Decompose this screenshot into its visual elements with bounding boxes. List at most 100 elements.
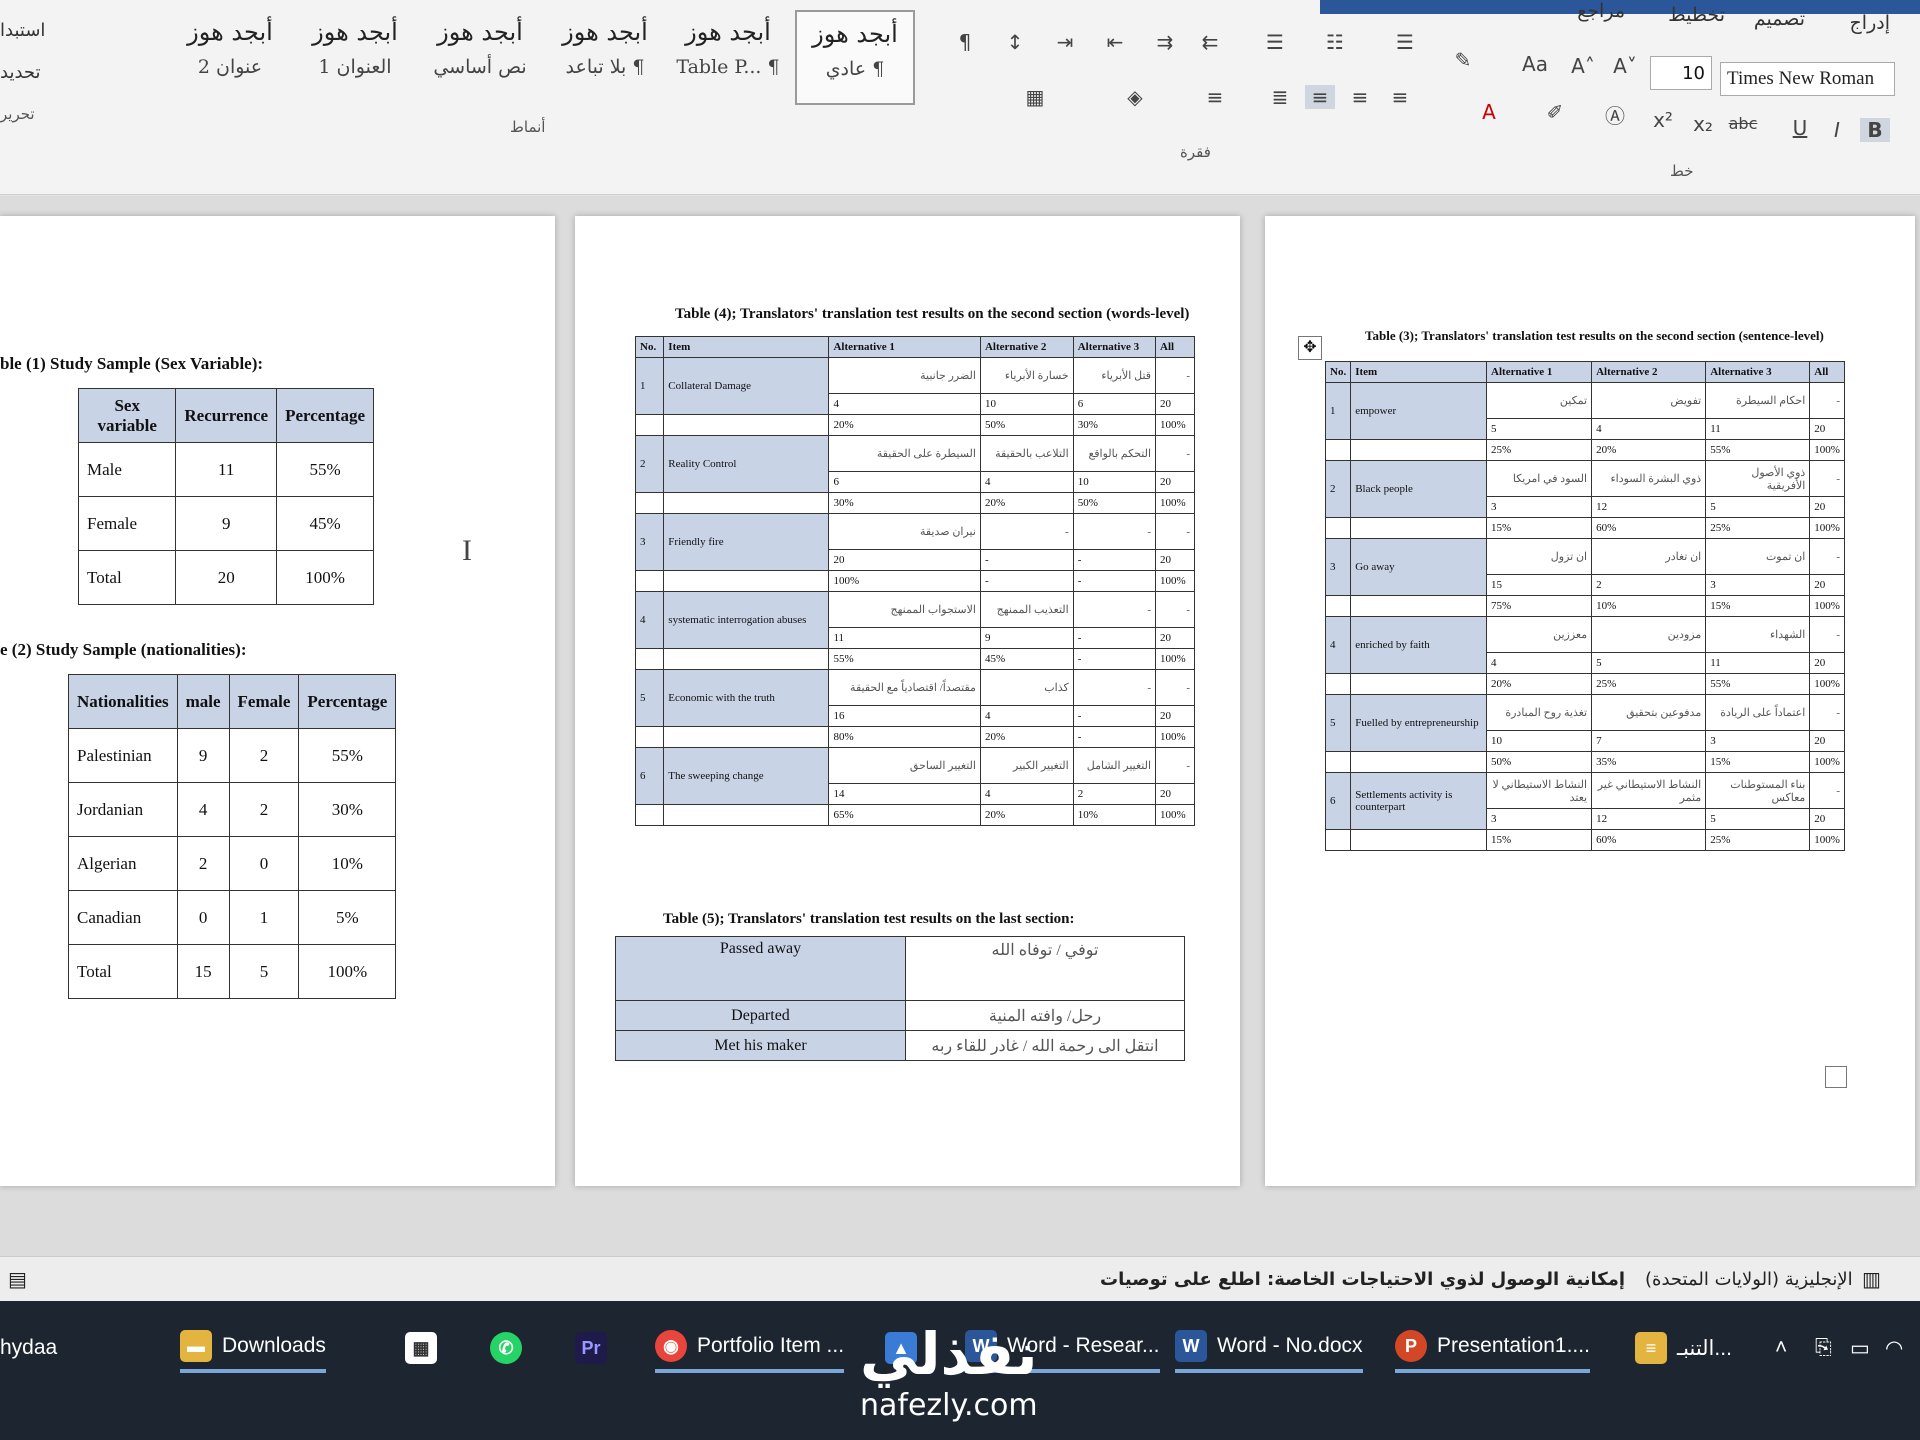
table-cell: 20 — [1155, 471, 1195, 493]
tab-references[interactable]: مراجع — [1577, 0, 1625, 22]
style-normal[interactable]: أبجد هوز عادي ¶ — [795, 10, 915, 105]
table-cell: 10 — [979, 393, 1074, 415]
tab-design[interactable]: تصميم — [1754, 8, 1805, 30]
line-spacing-icon[interactable]: ≡ — [1200, 85, 1230, 109]
bold-button[interactable]: B — [1860, 118, 1890, 142]
table-cell — [663, 492, 830, 514]
align-right-icon[interactable]: ≡ — [1385, 85, 1415, 109]
strikethrough-button[interactable]: abc — [1728, 114, 1758, 133]
table-cell: 100% — [1155, 492, 1195, 514]
taskbar-user[interactable]: hydaa — [0, 1323, 57, 1373]
shrink-font-button[interactable]: A˅ — [1610, 54, 1640, 78]
font-name-box[interactable]: Times New Roman — [1720, 62, 1895, 96]
table-cell: 5 — [1705, 808, 1811, 830]
table-header: Alternative 1 — [1486, 361, 1593, 383]
subscript-button[interactable]: x₂ — [1688, 112, 1718, 136]
show-marks-icon[interactable]: ¶ — [950, 30, 980, 54]
item-cell: The sweeping change — [663, 747, 830, 805]
table-cell: الشهداء — [1705, 616, 1811, 653]
indent-decrease-icon[interactable]: ⇇ — [1195, 30, 1225, 54]
page-3[interactable]: Table (3); Translators' translation test… — [1265, 216, 1915, 1186]
table-cell: 11 — [175, 442, 278, 497]
page-1[interactable]: ble (1) Study Sample (Sex Variable): Sex… — [0, 216, 555, 1186]
taskbar-store[interactable]: ▦ — [405, 1323, 437, 1373]
table-5[interactable]: Passed away توفي / توفاه الله Departed رحل… — [615, 936, 1185, 1061]
taskbar-word-no[interactable]: W Word - No.docx — [1175, 1323, 1363, 1373]
table-cell: مدفوعين بتحقيق — [1591, 694, 1707, 731]
replace-command[interactable]: استبدا — [0, 20, 45, 41]
page-view-icon[interactable]: ▤ — [8, 1267, 27, 1291]
taskbar-downloads[interactable]: ▬ Downloads — [180, 1323, 326, 1373]
folder-icon: ▬ — [180, 1330, 212, 1362]
borders-icon[interactable]: ▦ — [1020, 85, 1050, 109]
style-heading-2[interactable]: أبجد هوز عنوان 2 — [170, 10, 290, 105]
style-no-spacing[interactable]: أبجد هوز بلا تباعد ¶ — [545, 10, 665, 105]
sort-icon[interactable]: ↕ — [1000, 30, 1030, 54]
table-row: 100% - -100% — [634, 570, 1195, 592]
table-4[interactable]: No. Item Alternative 1 Alternative 2 Alterna… — [634, 336, 1195, 826]
multilevel-list-icon[interactable]: ☰ — [1260, 30, 1290, 54]
table-resize-handle-icon[interactable] — [1825, 1066, 1847, 1088]
numbering-icon[interactable]: ☷ — [1320, 30, 1350, 54]
select-command[interactable]: تحديد — [0, 62, 41, 83]
tray-clipboard-icon[interactable]: ⎘ — [1815, 1323, 1832, 1373]
language-status[interactable]: الإنجليزية (الولايات المتحدة) — [1645, 1269, 1853, 1290]
item-cell: Friendly fire — [663, 513, 830, 571]
text-effects-icon[interactable]: Ⓐ — [1600, 100, 1630, 129]
table-cell: قتل الأبرياء — [1072, 357, 1157, 394]
battery-icon[interactable]: ▭ — [1850, 1323, 1870, 1373]
tab-layout[interactable]: تخطيط — [1668, 4, 1725, 26]
align-left-icon[interactable]: ≡ — [1305, 85, 1335, 109]
clear-format-icon[interactable]: ✎ — [1448, 48, 1478, 72]
table-row: 6 Settlements activity is counterpart النش… — [1324, 772, 1845, 830]
underline-button[interactable]: U — [1785, 116, 1815, 140]
table-row: Jordanian 4 2 30% — [68, 782, 397, 837]
table-row: 20% 50% 30% 100% — [634, 414, 1195, 436]
table-cell: تفويض — [1591, 382, 1707, 419]
justify-icon[interactable]: ≣ — [1265, 85, 1295, 109]
table-3[interactable]: No. Item Alternative 1 Alternative 2 Alterna… — [1324, 361, 1845, 851]
wifi-icon[interactable]: ◠ — [1885, 1323, 1903, 1373]
watermark-url: nafezly.com — [860, 1388, 1038, 1423]
change-case-button[interactable]: Aa — [1520, 52, 1550, 76]
table-cell: 5 — [228, 944, 300, 999]
table-row: 15% 60% 25% 100% — [1324, 517, 1845, 539]
rtl-icon[interactable]: ⇤ — [1100, 30, 1130, 54]
bullets-icon[interactable]: ☰ — [1390, 30, 1420, 54]
style-table-paragraph[interactable]: أبجد هوز Table P... ¶ — [668, 10, 788, 105]
read-mode-icon[interactable]: ▥ — [1862, 1267, 1881, 1291]
taskbar-notifications[interactable]: ≡ التنبـ... — [1635, 1323, 1732, 1373]
table-cell: 10% — [1591, 595, 1707, 617]
shading-icon[interactable]: ◈ — [1120, 85, 1150, 109]
table-row: Departed رحل/ وافته المنية — [615, 1000, 1185, 1031]
tray-chevron-icon[interactable]: ˄ — [1775, 1323, 1787, 1373]
style-body-text[interactable]: أبجد هوز نص أساسي — [420, 10, 540, 105]
italic-button[interactable]: I — [1822, 118, 1852, 142]
align-center-icon[interactable]: ≡ — [1345, 85, 1375, 109]
document-area[interactable]: ble (1) Study Sample (Sex Variable): Sex… — [0, 196, 1920, 1256]
taskbar-powerpoint[interactable]: P Presentation1.... — [1395, 1323, 1590, 1373]
accessibility-status[interactable]: إمكانية الوصول لذوي الاحتياجات الخاصة: ا… — [1100, 1269, 1625, 1290]
highlight-icon[interactable]: ✐ — [1540, 100, 1570, 124]
table-1[interactable]: Sex variable Recurrence Percentage Male 11 5… — [77, 388, 374, 605]
table-cell: 20 — [1155, 705, 1195, 727]
font-color-button[interactable]: A — [1474, 100, 1504, 124]
superscript-button[interactable]: x² — [1648, 108, 1678, 132]
taskbar-label: التنبـ... — [1677, 1336, 1732, 1360]
style-heading-1[interactable]: أبجد هوز العنوان 1 — [295, 10, 415, 105]
style-name: Table P... ¶ — [676, 56, 780, 78]
tab-insert[interactable]: إدراج — [1850, 12, 1890, 34]
taskbar-whatsapp[interactable]: ✆ — [490, 1323, 522, 1373]
page-2[interactable]: Table (4); Translators' translation test… — [575, 216, 1240, 1186]
indent-increase-icon[interactable]: ⇉ — [1150, 30, 1180, 54]
table-2[interactable]: Nationalities male Female Percentage Palest… — [68, 674, 397, 999]
ltr-icon[interactable]: ⇥ — [1050, 30, 1080, 54]
table-move-handle-icon[interactable]: ✥ — [1298, 336, 1322, 360]
taskbar-premiere[interactable]: Pr — [575, 1323, 607, 1373]
font-size-box[interactable]: 10 — [1650, 56, 1712, 90]
grow-font-button[interactable]: A˄ — [1568, 54, 1598, 78]
item-cell: Reality Control — [663, 435, 830, 493]
taskbar-chrome[interactable]: ◉ Portfolio Item ... — [655, 1323, 845, 1373]
table-cell — [1350, 517, 1488, 539]
table-cell: 0 — [228, 836, 300, 891]
